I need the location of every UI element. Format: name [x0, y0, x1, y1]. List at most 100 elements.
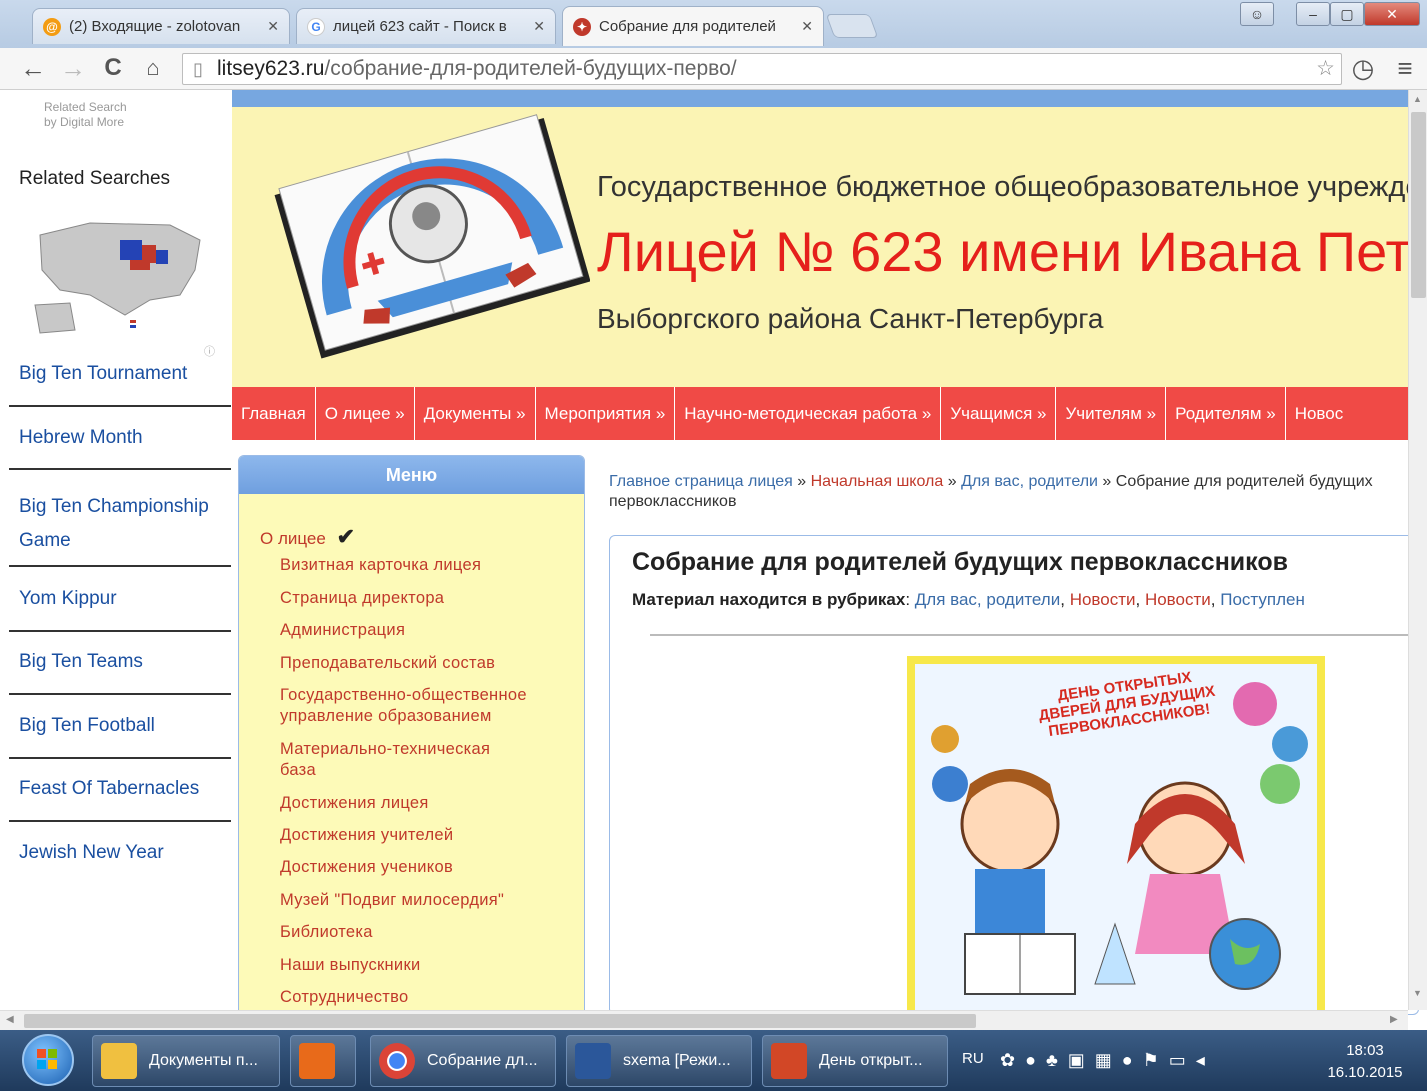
- divider: [9, 565, 231, 567]
- nav-news[interactable]: Новос: [1286, 387, 1353, 440]
- breadcrumb-primary-school[interactable]: Начальная школа: [811, 473, 944, 490]
- taskbar-media-player[interactable]: [290, 1035, 356, 1087]
- scrollbar-thumb[interactable]: [24, 1014, 976, 1028]
- taskbar-explorer[interactable]: Документы п...: [92, 1035, 280, 1087]
- new-tab-button[interactable]: [825, 14, 879, 38]
- word-icon: [575, 1043, 611, 1079]
- home-icon[interactable]: ⌂: [138, 53, 168, 83]
- scroll-down-arrow-icon[interactable]: ▼: [1413, 988, 1422, 998]
- menu-link[interactable]: Сотрудничество: [280, 987, 570, 1008]
- language-indicator[interactable]: RU: [962, 1050, 984, 1067]
- start-button[interactable]: [22, 1034, 74, 1086]
- divider: [9, 630, 231, 632]
- taskbar-powerpoint[interactable]: День открыт...: [762, 1035, 948, 1087]
- site-top-bar: [232, 90, 1408, 107]
- nav-research[interactable]: Научно-методическая работа »: [675, 387, 942, 440]
- close-icon[interactable]: ✕: [801, 18, 813, 35]
- nav-home[interactable]: Главная: [232, 387, 316, 440]
- scroll-left-arrow-icon[interactable]: ◀: [6, 1014, 14, 1025]
- breadcrumb-home[interactable]: Главное страница лицея: [609, 473, 793, 490]
- main-nav: Главная О лицее » Документы » Мероприяти…: [232, 387, 1408, 440]
- forward-icon[interactable]: →: [58, 53, 88, 83]
- nav-teachers[interactable]: Учителям »: [1056, 387, 1167, 440]
- nav-students[interactable]: Учащимся »: [941, 387, 1057, 440]
- menu-link[interactable]: Достижения учителей: [280, 825, 570, 846]
- menu-link[interactable]: Музей "Подвиг милосердия": [280, 890, 570, 911]
- nav-documents[interactable]: Документы »: [415, 387, 536, 440]
- tab-mail[interactable]: @ (2) Входящие - zolotovan ✕: [32, 8, 290, 44]
- related-item[interactable]: Big Ten Teams: [19, 651, 143, 673]
- related-item[interactable]: Yom Kippur: [19, 588, 117, 610]
- menu-link[interactable]: Страница директора: [280, 588, 570, 609]
- divider: [9, 693, 231, 695]
- open-day-poster-image: ДЕНЬ ОТКРЫТЫХ ДВЕРЕЙ ДЛЯ БУДУЩИХ ПЕРВОКЛ…: [907, 656, 1325, 1014]
- menu-link[interactable]: Администрация: [280, 620, 570, 641]
- reload-icon[interactable]: C: [98, 53, 128, 83]
- nav-about[interactable]: О лицее »: [316, 387, 415, 440]
- menu-link[interactable]: Материально-техническая база: [280, 739, 520, 781]
- rubric-link[interactable]: Новости: [1070, 590, 1136, 609]
- taskbar-word[interactable]: sxema [Режи...: [566, 1035, 752, 1087]
- menu-icon[interactable]: ≡: [1390, 53, 1420, 83]
- related-item[interactable]: Hebrew Month: [19, 427, 143, 449]
- page-icon: ▯: [193, 59, 203, 79]
- menu-link[interactable]: Достижения лицея: [280, 793, 570, 814]
- nav-parents[interactable]: Родителям »: [1166, 387, 1286, 440]
- menu-section-about[interactable]: О лицее ✔: [260, 524, 355, 550]
- info-icon[interactable]: ⓘ: [204, 343, 215, 359]
- maximize-button[interactable]: ▢: [1330, 2, 1364, 26]
- scroll-up-arrow-icon[interactable]: ▲: [1413, 94, 1422, 104]
- browser-toolbar: ← → C ⌂ ▯ litsey623.ru/собрание-для-роди…: [0, 48, 1427, 90]
- close-icon[interactable]: ✕: [267, 18, 279, 35]
- us-map-image: [34, 222, 201, 334]
- close-window-button[interactable]: ✕: [1364, 2, 1420, 26]
- menu-link[interactable]: Преподавательский состав: [280, 653, 570, 674]
- address-bar[interactable]: ▯ litsey623.ru/собрание-для-родителей-бу…: [182, 53, 1342, 85]
- header-district: Выборгского района Санкт-Петербурга: [597, 303, 1104, 334]
- nav-events[interactable]: Мероприятия »: [536, 387, 676, 440]
- rubric-link[interactable]: Новости: [1145, 590, 1211, 609]
- screen: @ (2) Входящие - zolotovan ✕ G лицей 623…: [0, 0, 1427, 1091]
- breadcrumb-for-parents[interactable]: Для вас, родители: [961, 473, 1098, 490]
- back-icon[interactable]: ←: [18, 53, 48, 83]
- rubric-link[interactable]: Поступлен: [1220, 590, 1305, 609]
- related-item[interactable]: Big Ten Tournament: [19, 363, 187, 385]
- folder-icon: [101, 1043, 137, 1079]
- menu-link[interactable]: Наши выпускники: [280, 955, 570, 976]
- menu-link[interactable]: Государственно-общественное управление о…: [280, 685, 570, 727]
- horizontal-scrollbar[interactable]: ◀ ▶: [0, 1010, 1408, 1030]
- related-item[interactable]: Feast Of Tabernacles: [19, 778, 199, 800]
- related-item[interactable]: Big Ten Championship Game: [19, 490, 219, 558]
- scrollbar-thumb[interactable]: [1411, 112, 1426, 298]
- taskbar-chrome[interactable]: Собрание дл...: [370, 1035, 556, 1087]
- google-icon: G: [307, 17, 325, 36]
- divider: [9, 757, 231, 759]
- vertical-scrollbar[interactable]: ▲ ▼: [1408, 90, 1427, 1010]
- taskbar-clock[interactable]: 18:03 16.10.2015: [1310, 1040, 1420, 1084]
- minimize-button[interactable]: –: [1296, 2, 1330, 26]
- close-icon[interactable]: ✕: [533, 18, 545, 35]
- divider: [9, 468, 231, 470]
- profile-icon[interactable]: ☺: [1240, 2, 1274, 26]
- tab-active-site[interactable]: ✦ Собрание для родителей ✕: [562, 6, 824, 46]
- menu-link[interactable]: Библиотека: [280, 922, 570, 943]
- history-clock-icon[interactable]: ◷: [1348, 53, 1378, 83]
- media-player-icon: [299, 1043, 335, 1079]
- bookmark-star-icon[interactable]: ☆: [1316, 54, 1335, 84]
- tab-google-search[interactable]: G лицей 623 сайт - Поиск в ✕: [296, 8, 556, 44]
- menu-link[interactable]: Достижения учеников: [280, 857, 570, 878]
- related-item[interactable]: Big Ten Football: [19, 715, 155, 737]
- windows-logo-icon: [37, 1049, 57, 1069]
- site-icon: ✦: [573, 17, 591, 36]
- tray-icons[interactable]: ✿●♣▣▦●⚑▭◂: [1000, 1050, 1215, 1071]
- related-heading: Related Searches: [19, 168, 171, 189]
- related-item[interactable]: Jewish New Year: [19, 842, 164, 864]
- article-title: Собрание для родителей будущих первоклас…: [632, 548, 1288, 576]
- rubric-link[interactable]: Для вас, родители: [915, 590, 1060, 609]
- scroll-right-arrow-icon[interactable]: ▶: [1390, 1014, 1398, 1025]
- mail-icon: @: [43, 17, 61, 36]
- article: Собрание для родителей будущих первоклас…: [609, 535, 1419, 1015]
- menu-link[interactable]: Визитная карточка лицея: [280, 555, 570, 576]
- powerpoint-icon: [771, 1043, 807, 1079]
- tab-strip: @ (2) Входящие - zolotovan ✕ G лицей 623…: [0, 0, 1427, 48]
